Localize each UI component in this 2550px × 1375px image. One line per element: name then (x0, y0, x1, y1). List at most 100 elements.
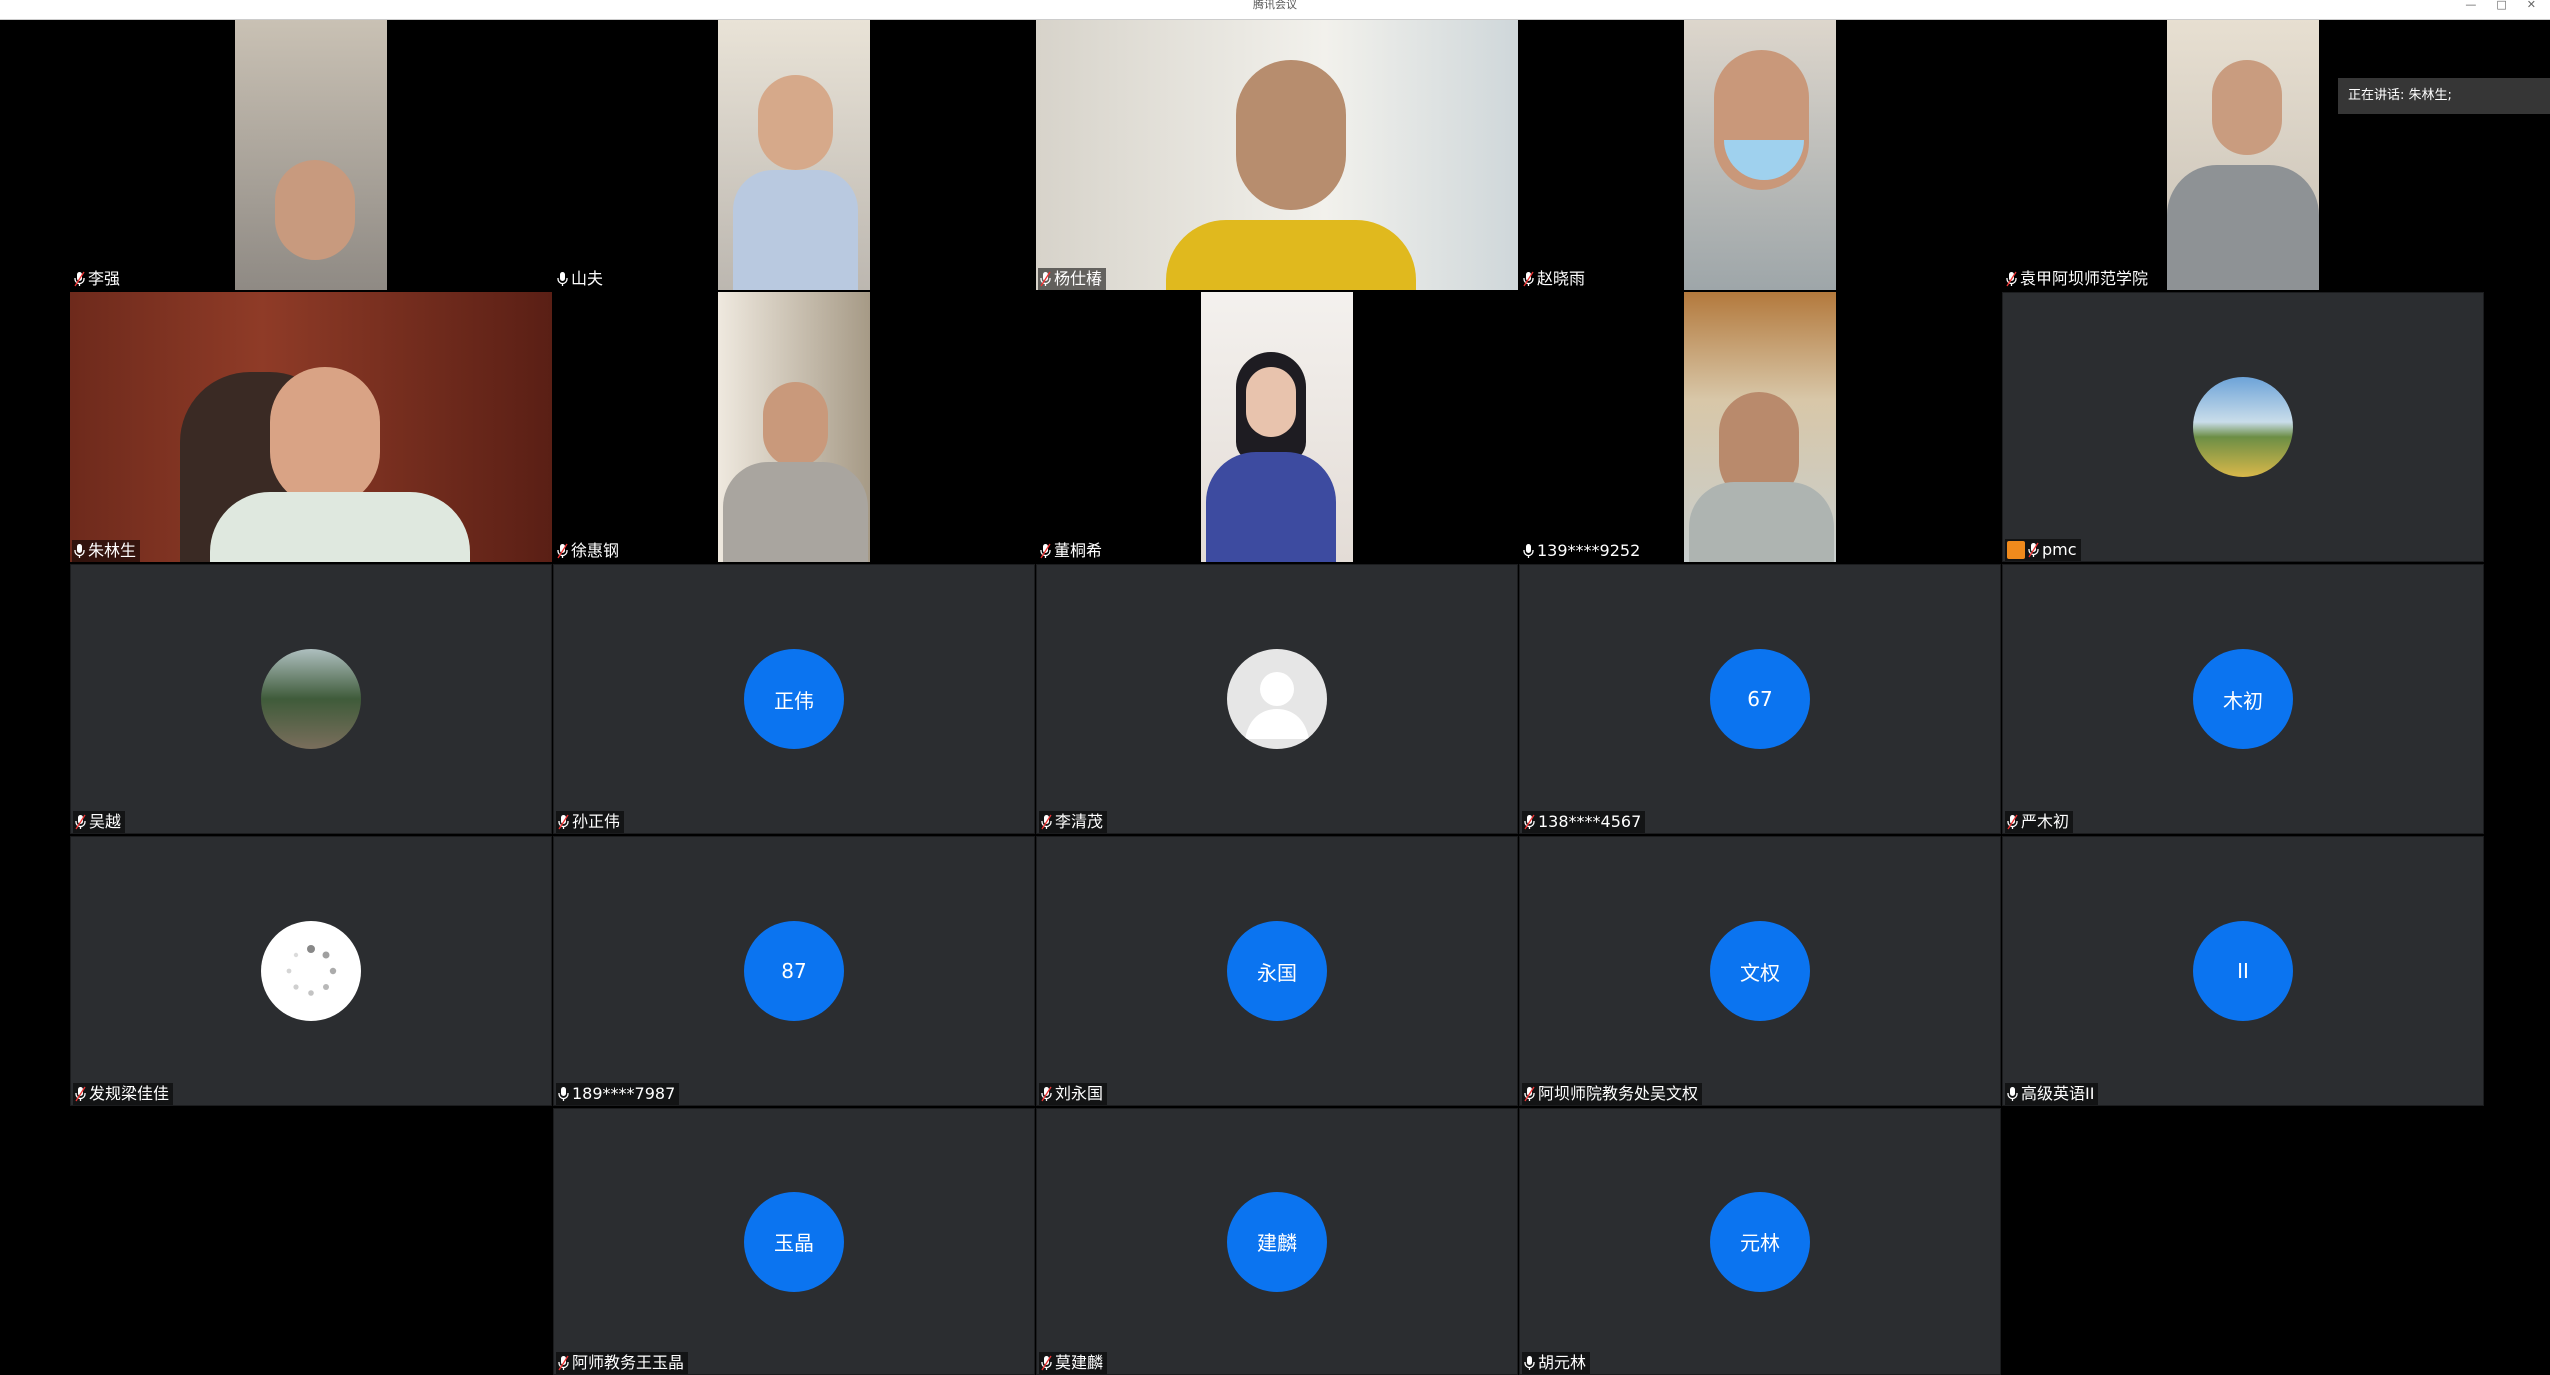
participant-name: 赵晓雨 (1537, 269, 1586, 288)
video-feed (2167, 20, 2319, 290)
mic-icon (1041, 1086, 1052, 1102)
participant-tile[interactable]: 杨仕椿 (1036, 20, 1518, 290)
name-tag: 阿坝师院教务处吴文权 (1522, 1083, 1703, 1105)
name-tag: 赵晓雨 (1521, 268, 1590, 290)
participant-tile[interactable]: 玉晶 阿师教务王玉晶 (553, 1108, 1035, 1375)
minimize-icon[interactable]: — (2465, 0, 2476, 10)
name-tag: 189****7987 (556, 1083, 680, 1105)
mic-icon (75, 1086, 86, 1102)
mic-icon (74, 271, 85, 287)
participant-tile[interactable]: 元林 胡元林 (1519, 1108, 2001, 1375)
name-tag: 李清茂 (1039, 811, 1108, 833)
participant-name: 李清茂 (1055, 812, 1104, 831)
avatar: 正伟 (744, 649, 844, 749)
video-feed (1684, 20, 1836, 290)
mic-icon (1041, 814, 1052, 830)
participant-tile[interactable]: 李清茂 (1036, 564, 1518, 834)
mic-icon (1040, 543, 1051, 559)
name-tag: 高级英语II (2005, 1083, 2099, 1105)
participant-tile[interactable]: 山夫 (553, 20, 1035, 290)
speaking-text: 正在讲话: 朱林生; (2348, 88, 2452, 103)
participant-name: 杨仕椿 (1054, 269, 1103, 288)
avatar (261, 921, 361, 1021)
name-tag: 吴越 (73, 811, 126, 833)
participant-tile[interactable]: 木初 严木初 (2002, 564, 2484, 834)
name-tag: 袁甲阿坝师范学院 (2004, 268, 2153, 290)
mic-icon (2007, 814, 2018, 830)
participant-name: 刘永国 (1055, 1084, 1104, 1103)
participant-tile[interactable]: 徐惠钢 (553, 292, 1035, 562)
avatar: II (2193, 921, 2293, 1021)
participant-tile[interactable]: 吴越 (70, 564, 552, 834)
name-tag: 朱林生 (72, 540, 141, 562)
participant-name: 139****9252 (1537, 541, 1641, 560)
name-tag: 139****9252 (1521, 540, 1645, 562)
participant-tile[interactable]: 董桐希 (1036, 292, 1518, 562)
mic-icon (558, 1087, 569, 1101)
mic-icon (2007, 1087, 2018, 1101)
mic-icon (1040, 271, 1051, 287)
name-tag: pmc (2005, 539, 2081, 561)
name-tag: 孙正伟 (556, 811, 625, 833)
name-tag: 严木初 (2005, 811, 2074, 833)
participant-name: 袁甲阿坝师范学院 (2020, 269, 2149, 288)
mic-icon (1524, 814, 1535, 830)
participant-tile[interactable]: 文权 阿坝师院教务处吴文权 (1519, 836, 2001, 1106)
name-tag: 发规梁佳佳 (73, 1083, 174, 1105)
participant-tile[interactable]: 正伟 孙正伟 (553, 564, 1035, 834)
participant-tile[interactable]: 永国 刘永国 (1036, 836, 1518, 1106)
avatar: 建麟 (1227, 1191, 1327, 1292)
mic-icon (74, 544, 85, 558)
participant-name: 董桐希 (1054, 541, 1103, 560)
window-title: 腾讯会议 (1253, 0, 1297, 10)
participant-name: 孙正伟 (572, 812, 621, 831)
participant-tile[interactable]: pmc (2002, 292, 2484, 562)
avatar: 玉晶 (744, 1191, 844, 1292)
participant-tile[interactable]: II 高级英语II (2002, 836, 2484, 1106)
close-icon[interactable]: ✕ (2527, 0, 2536, 10)
participant-name: 吴越 (89, 812, 122, 831)
mic-icon (1523, 271, 1534, 287)
default-user-icon (1227, 649, 1327, 749)
mic-icon (75, 814, 86, 830)
video-feed (1201, 292, 1353, 562)
participant-tile-active-speaker[interactable]: 朱林生 (70, 292, 552, 562)
loading-icon (286, 945, 337, 996)
participant-name: 严木初 (2021, 812, 2070, 831)
participant-tile[interactable]: 87 189****7987 (553, 836, 1035, 1106)
participant-name: 山夫 (571, 269, 604, 288)
mic-icon (558, 1355, 569, 1371)
participant-tile[interactable]: 发规梁佳佳 (70, 836, 552, 1106)
mic-icon (557, 272, 568, 286)
avatar: 87 (744, 921, 844, 1021)
participant-tile[interactable]: 赵晓雨 (1519, 20, 2001, 290)
mic-icon (1523, 544, 1534, 558)
participant-tile[interactable]: 67 138****4567 (1519, 564, 2001, 834)
participant-tile[interactable]: 139****9252 (1519, 292, 2001, 562)
participant-tile[interactable]: 袁甲阿坝师范学院 (2002, 20, 2484, 290)
name-tag: 董桐希 (1038, 540, 1107, 562)
mic-icon (1041, 1355, 1052, 1371)
maximize-icon[interactable]: □ (2496, 0, 2506, 10)
video-feed (718, 20, 870, 290)
participant-tile[interactable]: 李强 (70, 20, 552, 290)
mic-icon (2028, 542, 2039, 558)
mic-icon (1524, 1086, 1535, 1102)
video-feed (718, 292, 870, 562)
video-feed (1036, 20, 1518, 290)
participant-name: 189****7987 (572, 1084, 676, 1103)
video-feed (235, 20, 387, 290)
participant-name: 发规梁佳佳 (89, 1084, 170, 1103)
mic-icon (557, 543, 568, 559)
avatar: 木初 (2193, 649, 2293, 749)
name-tag: 杨仕椿 (1038, 268, 1107, 290)
speaking-indicator: 正在讲话: 朱林生; (2338, 78, 2550, 114)
participant-tile[interactable]: 建麟 莫建麟 (1036, 1108, 1518, 1375)
participant-name: 高级英语II (2021, 1084, 2095, 1103)
name-tag: 李强 (72, 268, 125, 290)
video-feed (1684, 292, 1836, 562)
name-tag: 刘永国 (1039, 1083, 1108, 1105)
participant-name: 朱林生 (88, 541, 137, 560)
participant-name: 阿坝师院教务处吴文权 (1538, 1084, 1699, 1103)
mic-icon (1524, 1356, 1535, 1370)
